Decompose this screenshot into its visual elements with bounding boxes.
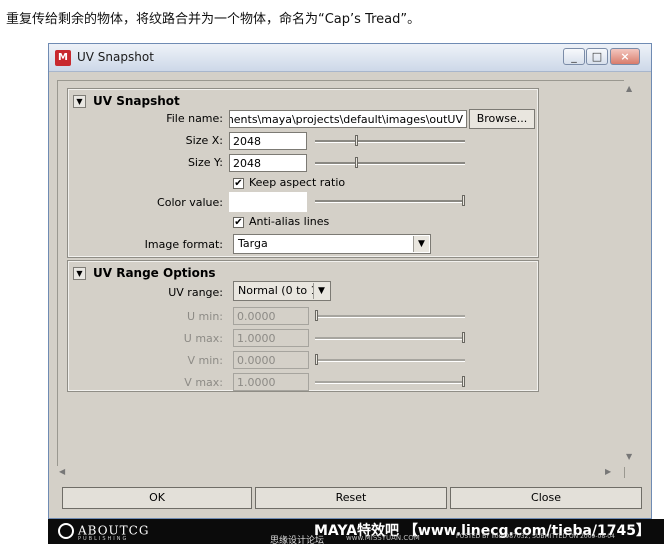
uv-range-frame: ▼ UV Range Options UV range: Normal (0 to…	[67, 260, 539, 392]
v-max-slider-thumb	[462, 376, 465, 387]
uv-snapshot-dialog: M UV Snapshot _ □ × ▼ UV Snapshot File na…	[48, 43, 652, 519]
maya-icon: M	[55, 50, 71, 66]
u-max-label: U max:	[183, 332, 223, 345]
size-y-slider[interactable]	[315, 154, 465, 172]
size-y-slider-thumb[interactable]	[355, 157, 358, 168]
u-min-slider-thumb	[315, 310, 318, 321]
size-y-field[interactable]: 2048	[229, 154, 307, 172]
uv-snapshot-frame-header[interactable]: ▼ UV Snapshot	[73, 94, 180, 108]
uv-range-frame-header[interactable]: ▼ UV Range Options	[73, 266, 216, 280]
uv-range-header-label: UV Range Options	[93, 266, 216, 280]
posted-by-text: POSTED BY lions987032, SUBMITTED ON 2009…	[456, 533, 615, 540]
size-x-slider-thumb[interactable]	[355, 135, 358, 146]
title-bar[interactable]: M UV Snapshot _ □ ×	[49, 44, 651, 72]
size-y-label: Size Y:	[187, 156, 223, 169]
options-panel: ▼ UV Snapshot File name: Documents\maya\p…	[57, 80, 625, 478]
color-value-slider[interactable]	[315, 192, 465, 210]
aboutcg-logo-icon	[58, 523, 74, 539]
size-x-field[interactable]: 2048	[229, 132, 307, 150]
ok-button[interactable]: OK	[62, 487, 252, 509]
uv-snapshot-header-label: UV Snapshot	[93, 94, 180, 108]
collapse-triangle-icon[interactable]: ▼	[73, 95, 86, 108]
image-format-label: Image format:	[144, 238, 223, 251]
u-min-slider	[315, 307, 465, 325]
close-window-button[interactable]: ×	[610, 48, 640, 65]
u-min-field: 0.0000	[233, 307, 309, 325]
scroll-down-arrow-icon[interactable]: ▼	[626, 452, 632, 461]
dropdown-arrow-icon: ▼	[413, 236, 429, 252]
watermark-url: www.MISSYUAN.COM	[346, 534, 420, 542]
u-max-field: 1.0000	[233, 329, 309, 347]
reset-button[interactable]: Reset	[255, 487, 447, 509]
v-max-field: 1.0000	[233, 373, 309, 391]
maximize-button[interactable]: □	[586, 48, 608, 65]
horizontal-scrollbar[interactable]: ◀ ▶	[57, 466, 624, 478]
keep-aspect-label: Keep aspect ratio	[249, 176, 346, 189]
v-min-slider-thumb	[315, 354, 318, 365]
scroll-left-arrow-icon[interactable]: ◀	[59, 467, 65, 476]
color-slider-thumb[interactable]	[462, 195, 465, 206]
uv-range-dropdown[interactable]: Normal (0 to 1) ▼	[233, 281, 331, 301]
v-max-label: V max:	[184, 376, 223, 389]
file-name-field[interactable]: Documents\maya\projects\default\images\o…	[229, 110, 467, 128]
scroll-right-arrow-icon[interactable]: ▶	[605, 467, 611, 476]
file-name-label: File name:	[166, 112, 223, 125]
anti-alias-label: Anti-alias lines	[249, 215, 330, 228]
v-max-slider	[315, 373, 465, 391]
anti-alias-checkbox[interactable]: ✔	[233, 217, 244, 228]
vertical-scrollbar[interactable]: ▲ ▼	[624, 80, 636, 467]
scroll-up-arrow-icon[interactable]: ▲	[626, 84, 632, 93]
size-x-label: Size X:	[185, 134, 223, 147]
u-max-slider	[315, 329, 465, 347]
color-swatch[interactable]	[229, 192, 307, 212]
minimize-button[interactable]: _	[563, 48, 585, 65]
logo-subtitle: PUBLISHING	[78, 536, 129, 542]
keep-aspect-checkbox[interactable]: ✔	[233, 178, 244, 189]
image-format-dropdown[interactable]: Targa ▼	[233, 234, 431, 254]
window-title: UV Snapshot	[77, 50, 154, 64]
v-min-field: 0.0000	[233, 351, 309, 369]
tutorial-caption: 重复传给剩余的物体，将纹路合并为一个物体，命名为“Cap’s Tread”。	[6, 12, 421, 27]
dropdown-arrow-icon: ▼	[313, 283, 329, 299]
collapse-triangle-icon[interactable]: ▼	[73, 267, 86, 280]
v-min-slider	[315, 351, 465, 369]
u-max-slider-thumb	[462, 332, 465, 343]
uv-range-value: Normal (0 to 1)	[238, 284, 322, 297]
v-min-label: V min:	[187, 354, 223, 367]
color-value-label: Color value:	[157, 196, 223, 209]
browse-button[interactable]: Browse...	[469, 109, 535, 129]
uv-range-label: UV range:	[168, 286, 223, 299]
image-format-value: Targa	[238, 237, 268, 250]
size-x-slider[interactable]	[315, 132, 465, 150]
uv-snapshot-frame: ▼ UV Snapshot File name: Documents\maya\p…	[67, 88, 539, 258]
u-min-label: U min:	[187, 310, 223, 323]
watermark-footer: ABOUTCG PUBLISHING MAYA特效吧 【www.linecg.c…	[48, 519, 664, 544]
close-button[interactable]: Close	[450, 487, 642, 509]
watermark-cn: 思缘设计论坛	[270, 536, 325, 544]
